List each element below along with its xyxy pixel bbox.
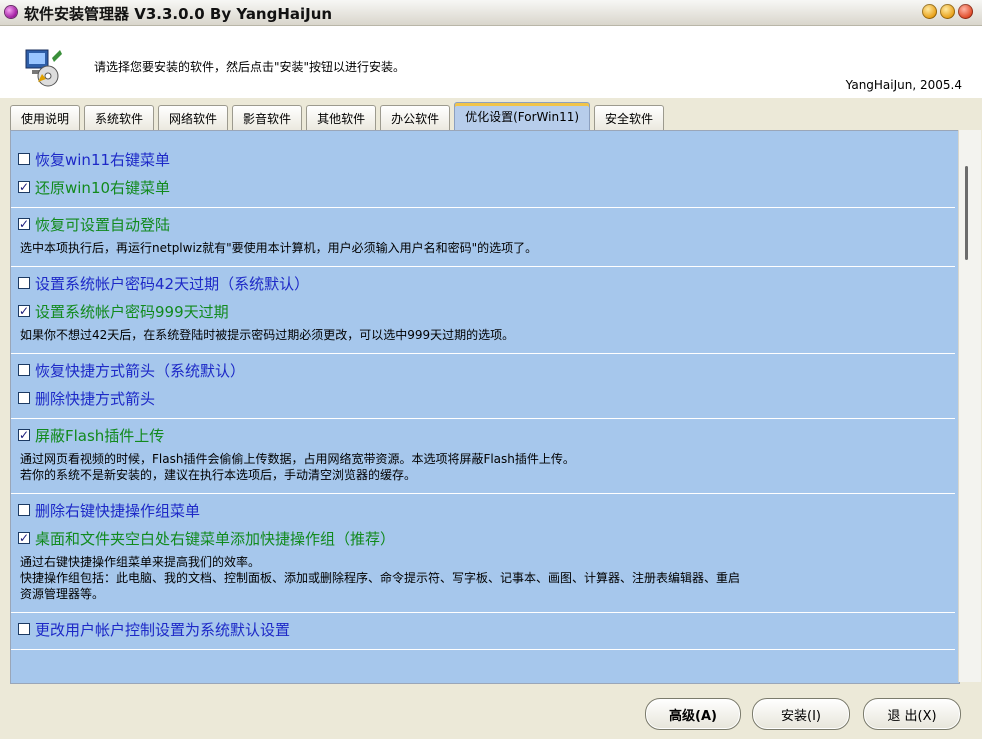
header: 请选择您要安装的软件，然后点击"安装"按钮以进行安装。 YangHaiJun, … — [0, 26, 982, 98]
option-group-uac: 更改用户帐户控制设置为系统默认设置 — [11, 613, 955, 650]
checkbox[interactable] — [18, 277, 30, 289]
app-icon[interactable] — [5, 6, 17, 18]
option-description: 通过网页看视频的时候，Flash插件会偷偷上传数据，占用网络宽带资源。本选项将屏… — [11, 451, 955, 483]
window-title: 软件安装管理器 V3.3.0.0 By YangHaiJun — [24, 5, 333, 23]
close-button[interactable] — [958, 4, 973, 19]
option-description: 通过右键快捷操作组菜单来提高我们的效率。 快捷操作组包括：此电脑、我的文档、控制… — [11, 554, 955, 602]
option-description-line: 若你的系统不是新安装的，建议在执行本选项后，手动清空浏览器的缓存。 — [20, 468, 417, 482]
option-description-line: 通过右键快捷操作组菜单来提高我们的效率。 — [20, 555, 261, 569]
checkbox[interactable] — [18, 364, 30, 376]
option-password-999[interactable]: ✓ 设置系统帐户密码999天过期 — [11, 297, 955, 325]
option-group-autologin: ✓ 恢复可设置自动登陆 选中本项执行后，再运行netplwiz就有"要使用本计算… — [11, 208, 955, 267]
option-label: 更改用户帐户控制设置为系统默认设置 — [35, 620, 291, 639]
tab-security-software[interactable]: 安全软件 — [594, 105, 665, 130]
option-label: 恢复可设置自动登陆 — [35, 215, 171, 234]
option-group-quick-actions: 删除右键快捷操作组菜单 ✓ 桌面和文件夹空白处右键菜单添加快捷操作组（推荐） 通… — [11, 494, 955, 613]
title-bar[interactable]: 软件安装管理器 V3.3.0.0 By YangHaiJun — [0, 0, 982, 26]
options-list: 恢复win11右键菜单 ✓ 还原win10右键菜单 ✓ 恢复可设置自动登陆 选中… — [11, 143, 955, 650]
tab-optimize-settings[interactable]: 优化设置(ForWin11) — [454, 102, 591, 130]
minimize-button[interactable] — [922, 4, 937, 19]
author-text: YangHaiJun, 2005.4 — [845, 78, 962, 92]
installer-icon — [25, 49, 62, 87]
option-autologin[interactable]: ✓ 恢复可设置自动登陆 — [11, 210, 955, 238]
instruction-text: 请选择您要安装的软件，然后点击"安装"按钮以进行安装。 — [94, 60, 406, 74]
tab-office-software[interactable]: 办公软件 — [380, 105, 451, 130]
scrollbar-thumb[interactable] — [965, 166, 968, 260]
option-add-quick-actions[interactable]: ✓ 桌面和文件夹空白处右键菜单添加快捷操作组（推荐） — [11, 524, 955, 552]
option-label: 设置系统帐户密码42天过期（系统默认） — [35, 274, 310, 293]
option-group-context-menu: 恢复win11右键菜单 ✓ 还原win10右键菜单 — [11, 143, 955, 208]
option-restore-shortcut-arrow[interactable]: 恢复快捷方式箭头（系统默认） — [11, 356, 955, 384]
option-label: 设置系统帐户密码999天过期 — [35, 302, 229, 321]
checkbox[interactable] — [18, 392, 30, 404]
checkbox[interactable]: ✓ — [18, 532, 30, 544]
checkbox[interactable] — [18, 153, 30, 165]
maximize-button[interactable] — [940, 4, 955, 19]
option-description-line: 资源管理器等。 — [20, 587, 105, 601]
option-remove-quick-actions[interactable]: 删除右键快捷操作组菜单 — [11, 496, 955, 524]
option-label: 删除快捷方式箭头 — [35, 389, 156, 408]
options-panel: 恢复win11右键菜单 ✓ 还原win10右键菜单 ✓ 恢复可设置自动登陆 选中… — [10, 130, 960, 684]
exit-button[interactable]: 退 出(X) — [863, 698, 961, 730]
checkbox[interactable]: ✓ — [18, 218, 30, 230]
option-restore-win10-menu[interactable]: ✓ 还原win10右键菜单 — [11, 173, 955, 201]
option-restore-win11-menu[interactable]: 恢复win11右键菜单 — [11, 145, 955, 173]
option-description: 如果你不想过42天后，在系统登陆时被提示密码过期必须更改，可以选中999天过期的… — [20, 328, 515, 342]
checkbox[interactable]: ✓ — [18, 429, 30, 441]
tab-media-software[interactable]: 影音软件 — [232, 105, 303, 130]
option-uac-default[interactable]: 更改用户帐户控制设置为系统默认设置 — [11, 615, 955, 643]
option-label: 桌面和文件夹空白处右键菜单添加快捷操作组（推荐） — [35, 529, 396, 548]
checkbox[interactable]: ✓ — [18, 305, 30, 317]
option-label: 删除右键快捷操作组菜单 — [35, 501, 201, 520]
advanced-button[interactable]: 高级(A) — [645, 698, 741, 730]
option-label: 屏蔽Flash插件上传 — [35, 426, 165, 445]
checkbox[interactable]: ✓ — [18, 181, 30, 193]
vertical-scrollbar[interactable] — [958, 130, 981, 682]
checkbox[interactable] — [18, 623, 30, 635]
option-description-line: 通过网页看视频的时候，Flash插件会偷偷上传数据，占用网络宽带资源。本选项将屏… — [20, 452, 575, 466]
tab-usage[interactable]: 使用说明 — [10, 105, 81, 130]
option-group-shortcut-arrow: 恢复快捷方式箭头（系统默认） 删除快捷方式箭头 — [11, 354, 955, 419]
option-password-42[interactable]: 设置系统帐户密码42天过期（系统默认） — [11, 269, 955, 297]
tab-system-software[interactable]: 系统软件 — [84, 105, 155, 130]
checkbox[interactable] — [18, 504, 30, 516]
option-label: 恢复win11右键菜单 — [35, 150, 171, 169]
option-block-flash-upload[interactable]: ✓ 屏蔽Flash插件上传 — [11, 421, 955, 449]
option-group-flash: ✓ 屏蔽Flash插件上传 通过网页看视频的时候，Flash插件会偷偷上传数据，… — [11, 419, 955, 494]
option-remove-shortcut-arrow[interactable]: 删除快捷方式箭头 — [11, 384, 955, 412]
option-description: 选中本项执行后，再运行netplwiz就有"要使用本计算机，用户必须输入用户名和… — [20, 241, 538, 255]
tab-other-software[interactable]: 其他软件 — [306, 105, 377, 130]
tab-network-software[interactable]: 网络软件 — [158, 105, 229, 130]
option-group-password-expiry: 设置系统帐户密码42天过期（系统默认） ✓ 设置系统帐户密码999天过期 如果你… — [11, 267, 955, 354]
tab-strip: 使用说明 系统软件 网络软件 影音软件 其他软件 办公软件 优化设置(ForWi… — [10, 102, 668, 130]
option-label: 还原win10右键菜单 — [35, 178, 171, 197]
option-label: 恢复快捷方式箭头（系统默认） — [35, 361, 246, 380]
option-description-line: 快捷操作组包括：此电脑、我的文档、控制面板、添加或删除程序、命令提示符、写字板、… — [20, 571, 741, 585]
install-button[interactable]: 安装(I) — [752, 698, 850, 730]
